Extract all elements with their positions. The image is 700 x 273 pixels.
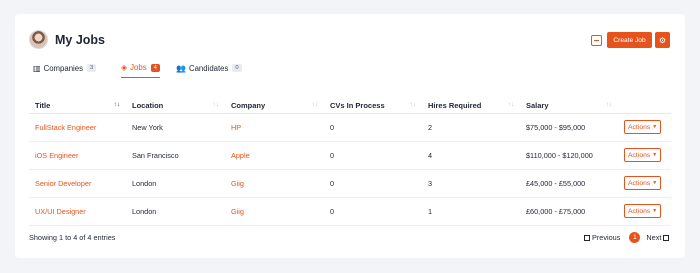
tab-count-badge: 3: [87, 64, 97, 72]
column-header-hires[interactable]: Hires Required ↑↓: [422, 98, 520, 114]
cvs-in-process: 0: [324, 141, 422, 170]
column-header-salary[interactable]: Salary ↑↓: [520, 98, 618, 114]
column-header-company[interactable]: Company ↑↓: [225, 98, 324, 114]
tab-jobs[interactable]: ◈ Jobs 4: [121, 58, 160, 78]
column-header-actions: [618, 98, 671, 114]
tab-candidates[interactable]: 👥 Candidates 0: [176, 58, 242, 78]
hires-required: 3: [422, 169, 520, 198]
job-location: New York: [126, 113, 225, 142]
company-link[interactable]: Apple: [225, 141, 324, 170]
table-row: UX/UI Designer London Giig 0 1 £60,000 -…: [29, 197, 671, 226]
card-header: My Jobs: [29, 30, 105, 49]
sort-icon: ↑↓: [507, 101, 515, 108]
users-icon: 👥: [176, 63, 186, 73]
page-button-current[interactable]: 1: [629, 232, 641, 243]
layers-icon: ◈: [121, 63, 128, 72]
actions-cell: Actions ▼: [618, 197, 671, 226]
hires-required: 1: [422, 197, 520, 226]
building-icon: ▥: [33, 63, 41, 73]
create-job-button[interactable]: Create Job: [607, 32, 652, 48]
jobs-card: My Jobs Create Job ⚙ ▥ Companies 3 ◈ Job…: [15, 14, 685, 258]
table-row: FullStack Engineer New York HP 0 2 $75,0…: [29, 113, 671, 142]
sort-icon: ↑↓: [212, 101, 220, 108]
actions-cell: Actions ▼: [618, 169, 671, 198]
chevron-left-icon: [584, 235, 590, 241]
table-header-row: Title ↑↓ Location ↑↓ Company ↑↓ CVs In Proc…: [29, 98, 671, 114]
salary: £60,000 - £75,000: [520, 197, 618, 226]
chevron-right-icon: [663, 235, 670, 241]
minus-square-icon: [594, 40, 599, 41]
salary: $110,000 - $120,000: [520, 141, 618, 170]
tab-bar: ▥ Companies 3 ◈ Jobs 4 👥 Candidates 0: [29, 58, 671, 78]
chevron-down-icon: ▼: [652, 124, 658, 130]
hires-required: 2: [422, 113, 520, 142]
actions-dropdown[interactable]: Actions ▼: [624, 204, 662, 218]
job-location: London: [126, 197, 225, 226]
tab-companies[interactable]: ▥ Companies 3: [33, 58, 97, 78]
sort-icon: ↑↓: [311, 101, 319, 108]
tab-count-badge: 4: [150, 63, 160, 72]
salary: $75,000 - $95,000: [520, 113, 618, 142]
avatar: [29, 30, 48, 49]
chevron-down-icon: ▼: [652, 208, 658, 214]
tab-label: Candidates: [188, 63, 229, 73]
job-title-link[interactable]: iOS Engineer: [29, 141, 126, 170]
page-title: My Jobs: [55, 32, 106, 47]
company-link[interactable]: Giig: [225, 169, 324, 198]
cvs-in-process: 0: [324, 197, 422, 226]
sort-icon: ↑↓: [409, 101, 417, 108]
jobs-table: Title ↑↓ Location ↑↓ Company ↑↓ CVs In Proc…: [29, 98, 671, 226]
actions-cell: Actions ▼: [618, 113, 671, 142]
next-button[interactable]: Next: [646, 233, 670, 242]
actions-dropdown[interactable]: Actions ▼: [624, 148, 662, 162]
tab-label: Jobs: [130, 63, 147, 72]
job-location: San Francisco: [126, 141, 225, 170]
company-link[interactable]: HP: [225, 113, 324, 142]
column-header-title[interactable]: Title ↑↓: [29, 98, 126, 114]
company-link[interactable]: Giig: [225, 197, 324, 226]
column-header-cvs[interactable]: CVs In Process ↑↓: [324, 98, 422, 114]
table-row: Senior Developer London Giig 0 3 £45,000…: [29, 169, 671, 198]
job-location: London: [126, 169, 225, 198]
salary: £45,000 - £55,000: [520, 169, 618, 198]
sort-icon: ↑↓: [113, 101, 121, 108]
previous-button[interactable]: Previous: [584, 233, 620, 242]
cvs-in-process: 0: [324, 169, 422, 198]
pagination: Previous 1 Next: [584, 232, 670, 243]
actions-dropdown[interactable]: Actions ▼: [624, 176, 662, 190]
collapse-button[interactable]: [591, 35, 602, 46]
job-title-link[interactable]: Senior Developer: [29, 169, 126, 198]
cvs-in-process: 0: [324, 113, 422, 142]
job-title-link[interactable]: FullStack Engineer: [29, 113, 126, 142]
actions-cell: Actions ▼: [618, 141, 671, 170]
job-title-link[interactable]: UX/UI Designer: [29, 197, 126, 226]
sort-icon: ↑↓: [605, 101, 613, 108]
tab-label: Companies: [43, 63, 83, 73]
column-header-location[interactable]: Location ↑↓: [126, 98, 225, 114]
actions-dropdown[interactable]: Actions ▼: [624, 120, 662, 134]
chevron-down-icon: ▼: [652, 180, 658, 186]
tab-count-badge: 0: [232, 64, 242, 72]
entries-info: Showing 1 to 4 of 4 entries: [29, 233, 116, 242]
table-row: iOS Engineer San Francisco Apple 0 4 $11…: [29, 141, 671, 170]
settings-button[interactable]: ⚙: [655, 32, 670, 48]
hires-required: 4: [422, 141, 520, 170]
chevron-down-icon: ▼: [652, 152, 658, 158]
gear-icon: ⚙: [658, 35, 667, 45]
